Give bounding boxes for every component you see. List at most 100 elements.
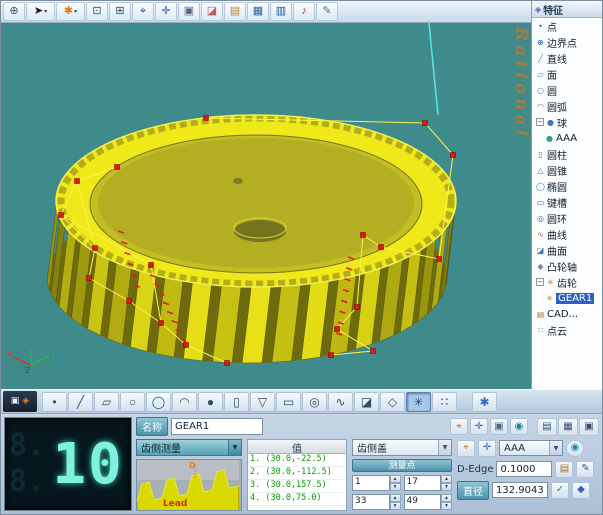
dedge-calc-button[interactable]: ▤ [555,461,573,478]
refresh-probe-button[interactable]: ◉ [566,440,584,457]
probe-angle-button[interactable]: ✛ [478,440,496,457]
tree-item-cone[interactable]: − △ 圆锥 [532,162,602,178]
tree-item-sphere[interactable]: − ● 球 [532,114,602,130]
tree-item-aaa[interactable]: − ● AAA [532,130,602,146]
expand-toggle-icon[interactable]: − [536,278,544,286]
tree-item-torus[interactable]: − ◎ 圆环 [532,210,602,226]
flank-dropdown[interactable]: 齿侧盖 ▼ [352,439,452,456]
toolbar-button-snapshot[interactable]: ▣ ▾ [178,2,200,21]
viewport-3d[interactable]: XYZ Rational [1,23,531,389]
tree-item-curve[interactable]: − ∿ 曲线 [532,226,602,242]
spinner-value[interactable]: 33 [352,494,390,510]
toolbar-button-move-axes[interactable]: ✛ ▾ [155,2,177,21]
toolbar-button-sound[interactable]: ♪ ▾ [293,2,315,21]
measure-button-measure-line[interactable]: ╱ [68,392,93,412]
probe-dropdown[interactable]: AAA ▼ [499,440,563,456]
measure-button-measure-ellipse[interactable]: ◯ [146,392,171,412]
toolbar-button-select-cursor[interactable]: ➤ ▾ [26,2,55,21]
render-mode-icon-screen[interactable]: ▣ [11,397,20,406]
panel-icon-button-capture[interactable]: ◉ [510,418,528,435]
tree-item-arc[interactable]: − ◠ 圆弧 [532,98,602,114]
value-row[interactable]: 2. (30.0,-112.5) [248,467,346,480]
name-input[interactable] [171,418,263,435]
dropdown-arrow-icon[interactable]: ▼ [549,441,562,455]
toolbar-button-grid-view[interactable]: ▦ ▾ [247,2,269,21]
tree-item-gear[interactable]: − ✳ 齿轮 [532,274,602,290]
toolbar-button-view-rotate[interactable]: ✱ ▾ [56,2,85,21]
toolbar-button-zoom-window[interactable]: ⊡ ▾ [86,2,108,21]
measure-button-measure-plane[interactable]: ▱ [94,392,119,412]
feature-type-icon: ◠ [536,102,545,111]
gear-3d-scene[interactable]: XYZ [1,23,531,389]
dedge-input[interactable] [496,461,552,477]
measure-button-measure-gear[interactable]: ✳ [406,392,431,412]
tree-item-plane[interactable]: − ▱ 面 [532,66,602,82]
panel-icon-button-list-view[interactable]: ▤ [537,418,557,436]
spinner-up-button[interactable]: ▲ [390,475,401,483]
tree-item-circle[interactable]: − ○ 圆 [532,82,602,98]
measure-button-measure-surface[interactable]: ◪ [354,392,379,412]
measure-button-measure-arc[interactable]: ◠ [172,392,197,412]
spinner-down-button[interactable]: ▼ [390,502,401,510]
tree-item-gear1[interactable]: − ✳ GEAR1 [532,290,602,306]
spinner-value[interactable]: 1 [352,475,390,491]
toolbar-icon: ▣ [184,6,194,17]
measure-button-measure-circle[interactable]: ○ [120,392,145,412]
measure-button-measure-cylinder[interactable]: ▯ [224,392,249,412]
panel-icon-button-camera[interactable]: ▣ [490,418,508,435]
toolbar-button-pan-tool[interactable]: ⊕ ▾ [3,2,25,21]
measure-button-measure-camshaft[interactable]: ◇ [380,392,405,412]
tree-item-ellipse[interactable]: − ◯ 椭圆 [532,178,602,194]
toolbar-button-zoom-fit[interactable]: ⊞ ▾ [109,2,131,21]
spinner-value[interactable]: 49 [404,494,442,510]
spinner-up-button[interactable]: ▲ [441,475,452,483]
tree-item-surface[interactable]: − ◪ 曲面 [532,242,602,258]
panel-icon-button-grid-view[interactable]: ▦ [558,418,578,436]
tree-item-point[interactable]: − • 点 [532,18,602,34]
measure-button-measure-torus[interactable]: ◎ [302,392,327,412]
dedge-edit-button[interactable]: ✎ [576,461,594,478]
tree-item-cad[interactable]: − ▤ CAD... [532,306,602,322]
diameter-accept-button[interactable]: ✓ [551,482,569,499]
spinner-down-button[interactable]: ▼ [441,483,452,491]
render-mode-icon-film[interactable]: ◈ [22,397,29,406]
tree-item-line[interactable]: − ╱ 直线 [532,50,602,66]
spinner-down-button[interactable]: ▼ [390,483,401,491]
tree-item-label: 曲线 [547,227,567,242]
measure-button-settings[interactable]: ✱ [472,392,497,412]
panel-icon-button-coordinate[interactable]: ✛ [470,418,488,435]
toolbar-button-eraser[interactable]: ◪ ▾ [201,2,223,21]
tree-item-cylinder[interactable]: − ▯ 圆柱 [532,146,602,162]
value-row[interactable]: 1. (30.0,-22.5) [248,454,346,467]
spinner-value[interactable]: 17 [404,475,442,491]
tree-item-slot[interactable]: − ▭ 键槽 [532,194,602,210]
spinner-down-button[interactable]: ▼ [441,502,452,510]
spinner-up-button[interactable]: ▲ [441,494,452,502]
measure-button-measure-point[interactable]: • [42,392,67,412]
toolbar-button-tools[interactable]: ✎ ▾ [316,2,338,21]
diameter-input[interactable] [492,482,548,498]
measure-button-measure-sphere[interactable]: ● [198,392,223,412]
measure-button-measure-pointcloud[interactable]: ∷ [432,392,457,412]
d-dimension-label: D [189,461,196,470]
dropdown-arrow-icon[interactable]: ▼ [438,440,451,455]
measure-button-measure-slot[interactable]: ▭ [276,392,301,412]
diameter-export-button[interactable]: ◆ [572,482,590,499]
tree-item-camshaft[interactable]: − ◆ 凸轮轴 [532,258,602,274]
probe-icon-button[interactable]: ⌖ [457,440,475,457]
value-row[interactable]: 3. (30.0,157.5) [248,480,346,493]
tree-item-pointcloud[interactable]: − ∷ 点云 [532,322,602,338]
tree-item-boundary-point[interactable]: − ⊕ 边界点 [532,34,602,50]
measure-method-dropdown[interactable]: 齿侧测量 ▼ [136,439,242,456]
toolbar-button-probe-position[interactable]: ⌖ ▾ [132,2,154,21]
expand-toggle-icon[interactable]: − [536,118,544,126]
value-row[interactable]: 4. (30.0,75.0) [248,493,346,506]
measure-button-measure-curve[interactable]: ∿ [328,392,353,412]
panel-icon-button-panel-view[interactable]: ▣ [579,418,599,436]
dropdown-arrow-icon[interactable]: ▼ [228,440,241,455]
toolbar-button-calculator[interactable]: ▥ ▾ [270,2,292,21]
spinner-up-button[interactable]: ▲ [390,494,401,502]
measure-button-measure-cone[interactable]: ▽ [250,392,275,412]
toolbar-button-palette[interactable]: ▤ ▾ [224,2,246,21]
panel-icon-button-probe-view[interactable]: ⌖ [450,418,468,435]
